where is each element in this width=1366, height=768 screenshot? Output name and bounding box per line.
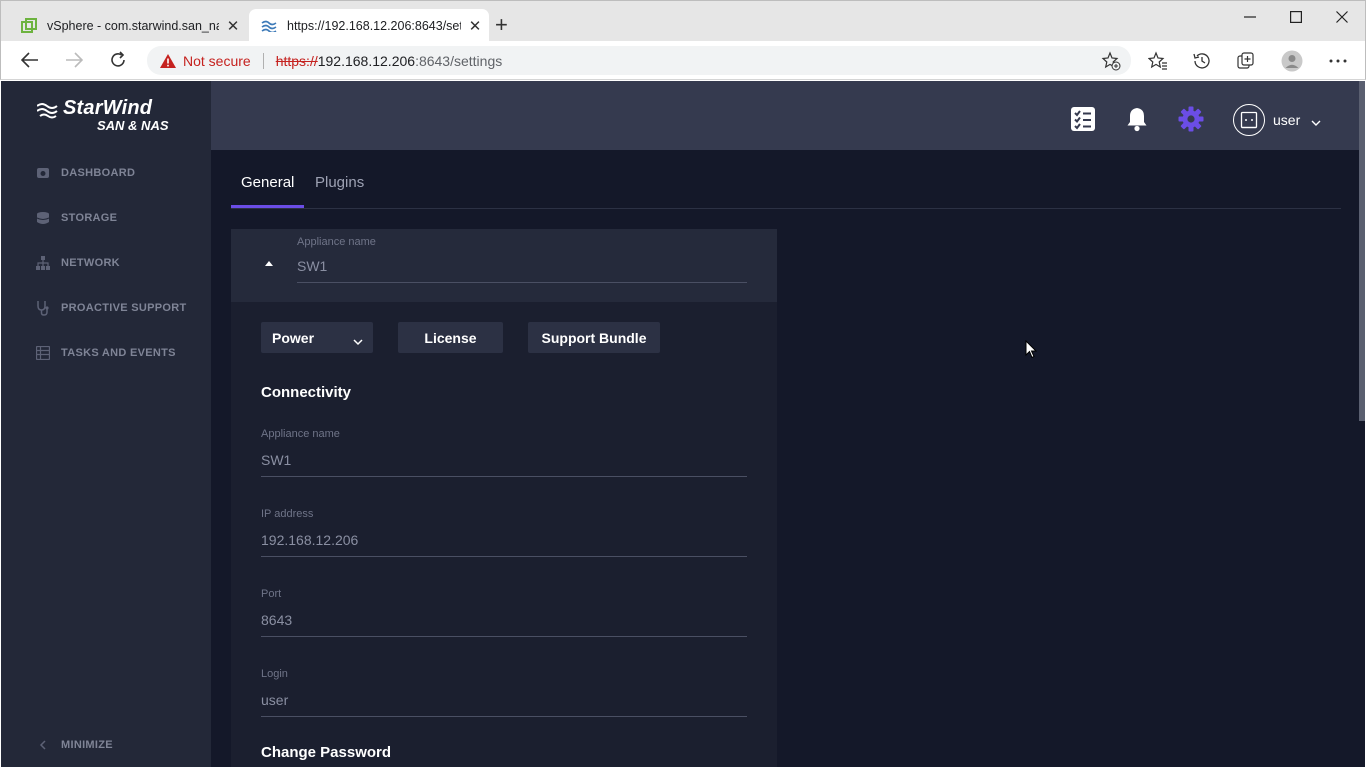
appliance-name-summary: Appliance name SW1 [297, 236, 747, 283]
browser-tab-starwind[interactable]: https://192.168.12.206:8643/sett ✕ [249, 9, 489, 42]
address-bar[interactable]: Not secure https:// 192.168.12.206 :8643… [147, 46, 1131, 75]
login-field[interactable]: Login user [261, 668, 747, 717]
field-value: 192.168.12.206 [261, 532, 359, 548]
url-scheme: https:// [275, 52, 318, 69]
appliance-card-header[interactable]: Appliance name SW1 [231, 229, 777, 302]
divider [262, 52, 264, 69]
support-bundle-label: Support Bundle [541, 329, 647, 346]
dashboard-icon [35, 165, 51, 181]
history-icon[interactable] [1191, 50, 1213, 72]
sidebar-item-dashboard[interactable]: DASHBOARD [35, 165, 135, 181]
starwind-app: StarWind SAN & NAS DASHBOARD STORAGE NET… [1, 81, 1365, 767]
new-tab-icon[interactable]: + [495, 14, 508, 36]
field-underline [261, 636, 747, 637]
browser-tab-title: https://192.168.12.206:8643/sett [287, 18, 461, 33]
active-tab-indicator [231, 205, 304, 208]
collections-icon[interactable] [1235, 50, 1257, 72]
not-secure-label[interactable]: Not secure [183, 53, 251, 69]
browser-tab-title: vSphere - com.starwind.san_nas [47, 18, 219, 33]
connectivity-heading: Connectivity [261, 384, 352, 401]
forward-icon[interactable] [60, 49, 88, 71]
stethoscope-icon [35, 300, 51, 316]
settings-gear-icon[interactable] [1178, 106, 1204, 132]
browser-toolbar: Not secure https:// 192.168.12.206 :8643… [0, 41, 1366, 80]
field-label: IP address [261, 508, 314, 520]
favorites-icon[interactable] [1147, 50, 1169, 72]
profile-avatar-icon[interactable] [1281, 50, 1303, 72]
close-window-icon[interactable] [1319, 5, 1365, 29]
tab-plugins[interactable]: Plugins [315, 174, 364, 191]
license-label: License [424, 329, 477, 346]
maximize-window-icon[interactable] [1273, 5, 1319, 29]
add-favorite-icon[interactable] [1101, 51, 1121, 76]
field-value: user [261, 692, 289, 708]
reload-icon[interactable] [104, 49, 132, 71]
username-label[interactable]: user [1273, 112, 1300, 128]
sidebar-item-label: NETWORK [61, 257, 120, 269]
notifications-bell-icon[interactable] [1124, 106, 1150, 132]
field-underline [297, 282, 747, 283]
appliance-card-body: Power License Support Bundle Connectivit… [231, 302, 777, 767]
field-underline [261, 476, 747, 477]
collapse-caret-icon[interactable] [265, 261, 273, 266]
page-scrollbar[interactable] [1359, 81, 1365, 421]
storage-icon [35, 210, 51, 226]
tasks-checklist-icon[interactable] [1070, 106, 1096, 132]
change-password-heading: Change Password [261, 744, 392, 761]
vsphere-favicon-icon [21, 17, 37, 34]
more-options-icon[interactable] [1327, 50, 1349, 72]
port-field[interactable]: Port 8643 [261, 588, 747, 637]
sidebar-item-tasks-and-events[interactable]: TASKS AND EVENTS [35, 345, 176, 361]
field-underline [261, 556, 747, 557]
power-dropdown-button[interactable]: Power [261, 322, 373, 353]
field-label: Appliance name [297, 236, 376, 248]
power-label: Power [272, 329, 315, 346]
mouse-cursor-icon [1025, 339, 1038, 364]
url-host: 192.168.12.206 [317, 52, 416, 69]
settings-page: General Plugins Appliance name SW1 Power… [211, 150, 1365, 767]
sidebar-item-label: TASKS AND EVENTS [61, 347, 176, 359]
settings-tabs: General Plugins [231, 150, 1341, 209]
close-tab-icon[interactable]: ✕ [461, 17, 489, 35]
browser-tab-vsphere[interactable]: vSphere - com.starwind.san_nas ✕ [9, 9, 247, 42]
sidebar-item-label: STORAGE [61, 212, 118, 224]
warning-icon[interactable] [159, 53, 177, 69]
sidebar: StarWind SAN & NAS DASHBOARD STORAGE NET… [1, 81, 211, 767]
license-button[interactable]: License [398, 322, 503, 353]
chevron-left-icon [35, 737, 51, 753]
field-value: SW1 [261, 452, 292, 468]
field-value: SW1 [297, 258, 328, 274]
logo-text: StarWind [63, 97, 153, 119]
field-label: Appliance name [261, 428, 340, 440]
minimize-label: MINIMIZE [61, 739, 113, 751]
back-icon[interactable] [16, 49, 44, 71]
appliance-name-field[interactable]: Appliance name SW1 [261, 428, 747, 477]
tab-general[interactable]: General [241, 174, 294, 191]
field-underline [261, 716, 747, 717]
sidebar-item-proactive-support[interactable]: PROACTIVE SUPPORT [35, 300, 187, 316]
field-value: 8643 [261, 612, 293, 628]
field-label: Port [261, 588, 282, 600]
browser-tab-strip: vSphere - com.starwind.san_nas ✕ https:/… [0, 0, 1366, 42]
starwind-favicon-icon [261, 18, 277, 34]
support-bundle-button[interactable]: Support Bundle [528, 322, 660, 353]
user-avatar-icon[interactable] [1233, 104, 1265, 136]
chevron-down-icon [353, 333, 363, 349]
logo-subtext: SAN & NAS [97, 118, 169, 133]
close-tab-icon[interactable]: ✕ [219, 17, 247, 35]
sidebar-item-network[interactable]: NETWORK [35, 255, 120, 271]
field-label: Login [261, 668, 288, 680]
sidebar-item-storage[interactable]: STORAGE [35, 210, 117, 226]
starwind-logo[interactable]: StarWind SAN & NAS [36, 97, 187, 137]
chevron-down-icon[interactable] [1311, 114, 1321, 132]
minimize-window-icon[interactable] [1227, 5, 1273, 29]
url-path: :8643/settings [415, 52, 503, 69]
tasks-icon [35, 345, 51, 361]
network-icon [35, 255, 51, 271]
app-header: user [211, 81, 1365, 150]
sidebar-item-label: DASHBOARD [61, 167, 136, 179]
ip-address-field[interactable]: IP address 192.168.12.206 [261, 508, 747, 557]
sidebar-item-label: PROACTIVE SUPPORT [61, 302, 187, 314]
minimize-sidebar-button[interactable]: MINIMIZE [35, 737, 113, 753]
